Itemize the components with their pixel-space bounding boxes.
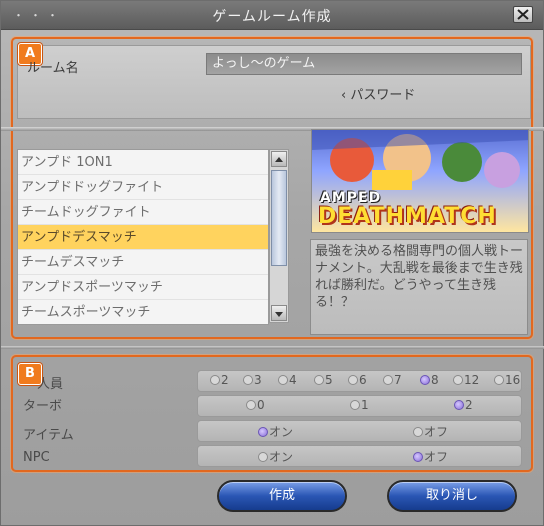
radio-icon — [348, 375, 358, 385]
mode-list-item[interactable]: チームドッグファイト — [18, 200, 268, 225]
radio-icon — [383, 375, 393, 385]
room-name-label: ルーム名 — [27, 61, 79, 76]
turbo-option[interactable]: 1 — [350, 398, 369, 412]
members-option[interactable]: 2 — [210, 373, 229, 387]
preview-logo-line2: DEATHMATCH — [318, 204, 497, 229]
npc-label: NPC — [23, 450, 50, 465]
radio-icon — [210, 375, 220, 385]
radio-icon — [494, 375, 504, 385]
radio-icon — [350, 400, 360, 410]
radio-icon — [413, 452, 423, 462]
create-button[interactable]: 作成 — [217, 480, 347, 512]
mode-description: 最強を決める格闘専門の個人戦トーナメント。大乱戦を最後まで生き残れば勝利だ。どう… — [310, 239, 528, 335]
npc-radio-group[interactable]: オン オフ — [197, 445, 522, 467]
items-radio-group[interactable]: オン オフ — [197, 420, 522, 442]
members-option[interactable]: 3 — [243, 373, 262, 387]
turbo-radio-group[interactable]: 0 1 2 — [197, 395, 522, 417]
room-name-input[interactable]: よっし～のゲーム — [206, 53, 522, 75]
turbo-label: ターボ — [23, 399, 63, 414]
radio-icon — [413, 427, 423, 437]
members-option-label: 12 — [464, 373, 480, 387]
members-option[interactable]: 5 — [314, 373, 333, 387]
radio-icon — [258, 452, 268, 462]
divider-middle — [1, 346, 544, 349]
turbo-option-label: 2 — [465, 398, 473, 412]
npc-option-label: オフ — [424, 450, 449, 464]
npc-option-label: オン — [269, 450, 294, 464]
members-option-label: 2 — [221, 373, 229, 387]
arrow-up-icon — [275, 157, 283, 162]
close-button[interactable] — [513, 6, 533, 23]
turbo-option[interactable]: 2 — [454, 398, 473, 412]
close-icon — [517, 9, 529, 20]
members-option-label: 6 — [359, 373, 367, 387]
mode-list-item[interactable]: アンプドドッグファイト — [18, 175, 268, 200]
radio-icon — [453, 375, 463, 385]
scroll-down-button[interactable] — [271, 305, 287, 321]
items-option-label: オフ — [424, 425, 449, 439]
members-option[interactable]: 8 — [420, 373, 439, 387]
npc-option[interactable]: オフ — [413, 448, 448, 465]
items-option[interactable]: オフ — [413, 423, 448, 440]
members-radio-group[interactable]: 2 3 4 5 6 7 8 12 16 — [197, 370, 522, 392]
members-label: 人員 — [37, 377, 64, 392]
npc-option[interactable]: オン — [258, 448, 293, 465]
members-option[interactable]: 4 — [278, 373, 297, 387]
members-option-label: 5 — [325, 373, 333, 387]
password-label: パスワード — [350, 88, 416, 103]
cancel-button[interactable]: 取り消し — [387, 480, 517, 512]
mode-list-item[interactable]: チームスポーツマッチ — [18, 300, 268, 324]
members-option-label: 8 — [431, 373, 439, 387]
members-option[interactable]: 12 — [453, 373, 479, 387]
password-toggle[interactable]: ‹ パスワード — [341, 84, 415, 103]
scroll-up-button[interactable] — [271, 151, 287, 167]
mode-list-item[interactable]: アンプドデスマッチ — [18, 225, 268, 250]
mode-list-scrollbar[interactable] — [269, 149, 289, 323]
turbo-option-label: 0 — [257, 398, 265, 412]
scroll-thumb[interactable] — [271, 170, 287, 266]
radio-icon — [246, 400, 256, 410]
chevron-left-icon: ‹ — [341, 88, 351, 103]
items-option[interactable]: オン — [258, 423, 293, 440]
title-bar[interactable]: ・・・ ゲームルーム作成 — [1, 1, 543, 30]
members-option[interactable]: 16 — [494, 373, 520, 387]
members-option[interactable]: 7 — [383, 373, 402, 387]
members-option[interactable]: 6 — [348, 373, 367, 387]
mode-list-item[interactable]: チームデスマッチ — [18, 250, 268, 275]
game-room-create-window: ・・・ ゲームルーム作成 A ルーム名 よっし～のゲーム ‹ パスワード アンプ… — [0, 0, 544, 526]
radio-icon — [258, 427, 268, 437]
members-option-label: 16 — [505, 373, 521, 387]
mode-preview-image: AMPED DEATHMATCH — [311, 129, 529, 233]
radio-icon — [420, 375, 430, 385]
mode-list-item[interactable]: アンプド 1ON1 — [18, 150, 268, 175]
window-title: ゲームルーム作成 — [212, 9, 332, 25]
radio-icon — [278, 375, 288, 385]
radio-icon — [314, 375, 324, 385]
items-label: アイテム — [23, 428, 74, 443]
turbo-option-label: 1 — [361, 398, 369, 412]
members-option-label: 4 — [289, 373, 297, 387]
radio-icon — [454, 400, 464, 410]
members-option-label: 3 — [254, 373, 262, 387]
radio-icon — [243, 375, 253, 385]
members-option-label: 7 — [394, 373, 402, 387]
mode-list-item[interactable]: アンプドスポーツマッチ — [18, 275, 268, 300]
game-mode-list[interactable]: アンプド 1ON1 アンプドドッグファイト チームドッグファイト アンプドデスマッチチ… — [17, 149, 269, 325]
turbo-option[interactable]: 0 — [246, 398, 265, 412]
items-option-label: オン — [269, 425, 294, 439]
arrow-down-icon — [275, 312, 283, 317]
